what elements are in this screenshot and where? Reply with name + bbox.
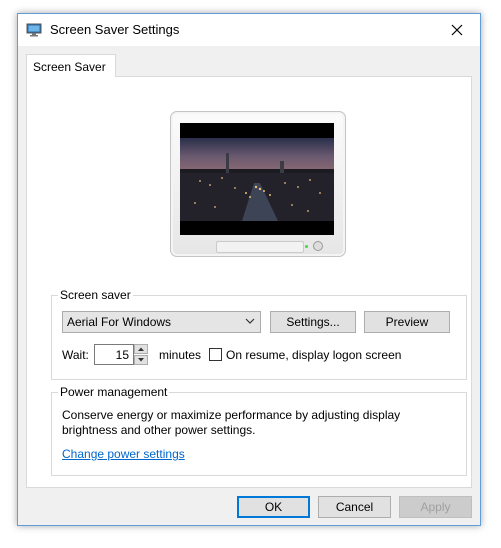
cancel-button[interactable]: Cancel bbox=[318, 496, 391, 518]
resume-logon-checkbox[interactable] bbox=[209, 348, 222, 361]
arrow-down-icon bbox=[138, 358, 144, 362]
chevron-down-icon bbox=[245, 318, 255, 324]
change-power-settings-link[interactable]: Change power settings bbox=[62, 447, 185, 461]
arrow-up-icon bbox=[138, 347, 144, 351]
screen-saver-settings-dialog: Screen Saver Settings Screen Saver Scree… bbox=[17, 13, 481, 526]
aerial-preview-image bbox=[180, 123, 334, 235]
monitor-power-led bbox=[305, 245, 308, 248]
power-management-group: Power management Conserve energy or maxi… bbox=[51, 385, 467, 476]
ok-button[interactable]: OK bbox=[237, 496, 310, 518]
tab-screen-saver[interactable]: Screen Saver bbox=[26, 54, 116, 77]
monitor-power-button bbox=[313, 241, 323, 251]
wait-spinner bbox=[134, 344, 148, 365]
screen-saver-group-label: Screen saver bbox=[58, 288, 133, 302]
resume-logon-label[interactable]: On resume, display logon screen bbox=[226, 348, 401, 362]
spin-down-button[interactable] bbox=[134, 355, 148, 365]
wait-minutes-input[interactable]: 15 bbox=[94, 344, 134, 365]
preview-button[interactable]: Preview bbox=[364, 311, 450, 333]
monitor-icon bbox=[26, 23, 42, 37]
power-description: Conserve energy or maximize performance … bbox=[62, 408, 401, 437]
screen-saver-select[interactable]: Aerial For Windows bbox=[62, 311, 261, 333]
window-title: Screen Saver Settings bbox=[50, 22, 180, 37]
spin-up-button[interactable] bbox=[134, 344, 148, 354]
tab-panel: Screen saver Aerial For Windows Settings… bbox=[26, 76, 472, 488]
preview-screen bbox=[180, 123, 334, 235]
title-bar[interactable]: Screen Saver Settings bbox=[18, 14, 480, 46]
close-button[interactable] bbox=[434, 14, 480, 46]
screen-saver-group: Screen saver Aerial For Windows Settings… bbox=[51, 288, 467, 380]
close-icon bbox=[451, 24, 463, 36]
apply-button[interactable]: Apply bbox=[399, 496, 472, 518]
preview-monitor bbox=[170, 111, 346, 257]
monitor-drive-slot bbox=[216, 241, 304, 253]
settings-button[interactable]: Settings... bbox=[270, 311, 356, 333]
power-management-group-label: Power management bbox=[58, 385, 170, 399]
wait-label: Wait: bbox=[62, 348, 89, 362]
screen-saver-selected-value: Aerial For Windows bbox=[67, 315, 172, 329]
minutes-label: minutes bbox=[159, 348, 202, 362]
